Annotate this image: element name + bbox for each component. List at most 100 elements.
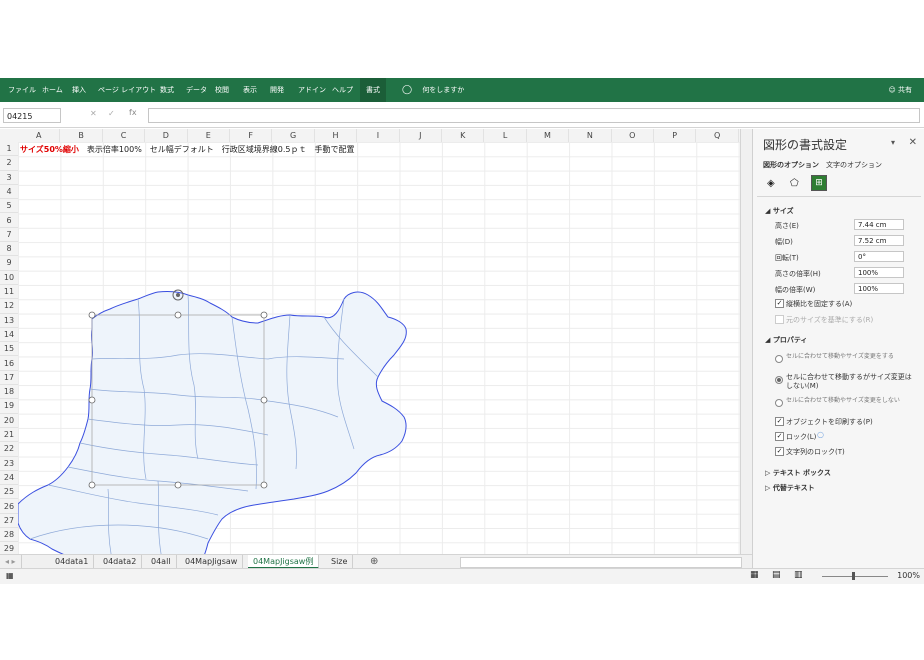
effects-icon[interactable]: ⬠ <box>790 178 799 189</box>
row-header[interactable]: 29 <box>0 542 18 554</box>
row-header[interactable]: 19 <box>0 399 18 414</box>
close-icon[interactable]: ✕ <box>909 137 917 148</box>
name-box[interactable]: 04215 <box>3 108 61 123</box>
function-icon[interactable]: fx <box>129 108 137 117</box>
normal-view-icon[interactable]: ▦ <box>750 570 759 580</box>
row-header[interactable]: 20 <box>0 414 18 428</box>
row-header[interactable]: 28 <box>0 528 18 543</box>
row-header[interactable]: 10 <box>0 271 18 285</box>
column-header[interactable]: L <box>484 129 527 142</box>
tab-insert[interactable]: 挿入 <box>72 78 86 102</box>
column-header[interactable]: P <box>654 129 697 142</box>
column-header[interactable]: B <box>60 129 103 142</box>
row-header[interactable]: 14 <box>0 328 18 343</box>
column-header[interactable]: K <box>442 129 485 142</box>
rotation-input[interactable]: 0° <box>854 251 904 262</box>
row-header[interactable]: 7 <box>0 228 18 243</box>
lock-text-checkbox[interactable]: ✓ <box>775 447 784 456</box>
relative-original-checkbox[interactable] <box>775 315 784 324</box>
tab-page-layout[interactable]: ページ レイアウト <box>98 78 156 102</box>
tab-help[interactable]: ヘルプ <box>332 78 353 102</box>
tab-shape-options[interactable]: 図形のオプション <box>763 160 819 170</box>
scale-height-input[interactable]: 100% <box>854 267 904 278</box>
row-header[interactable]: 15 <box>0 342 18 357</box>
tab-home[interactable]: ホーム <box>42 78 63 102</box>
row1-note[interactable]: サイズ50%縮小 表示倍率100% セル幅デフォルト 行政区域境界線0.5ｐｔ … <box>20 143 355 157</box>
tab-data[interactable]: データ <box>186 78 207 102</box>
lock-checkbox[interactable]: ✓ <box>775 432 784 441</box>
row-header[interactable]: 9 <box>0 256 18 271</box>
zoom-slider-thumb[interactable] <box>852 572 855 580</box>
sheet-tab[interactable]: 04data2 <box>98 555 143 569</box>
alt-text-section-header[interactable]: ▷ 代替テキスト <box>765 483 815 493</box>
row-header[interactable]: 22 <box>0 442 18 457</box>
tab-view[interactable]: 表示 <box>243 78 257 102</box>
page-break-view-icon[interactable]: ▥ <box>794 570 803 580</box>
enter-icon[interactable]: ✓ <box>108 109 115 118</box>
column-header[interactable]: J <box>400 129 442 142</box>
column-header[interactable]: G <box>272 129 315 142</box>
row-header[interactable]: 8 <box>0 242 18 257</box>
tab-formulas[interactable]: 数式 <box>160 78 174 102</box>
zoom-level[interactable]: 100% <box>897 571 920 580</box>
no-move-size-radio[interactable] <box>775 399 783 407</box>
fill-line-icon[interactable]: ◈ <box>767 178 775 189</box>
sheet-tab-active[interactable]: 04MapJigsaw例 <box>248 555 320 569</box>
sheet-tab[interactable]: Size <box>326 555 354 569</box>
height-input[interactable]: 7.44 cm <box>854 219 904 230</box>
column-header[interactable]: I <box>357 129 400 142</box>
row-header[interactable]: 1 <box>0 142 18 157</box>
print-object-checkbox[interactable]: ✓ <box>775 417 784 426</box>
move-no-size-radio[interactable] <box>775 376 783 384</box>
move-size-radio[interactable] <box>775 355 783 363</box>
row-header[interactable]: 23 <box>0 457 18 471</box>
size-section-header[interactable]: ◢ サイズ <box>765 206 794 216</box>
worksheet-grid[interactable]: ABCDEFGHIJKLMNOPQ 1 2 3 4 5 6 7 8 9 10 11 12 13 14 15 1… <box>0 129 740 554</box>
row-header[interactable]: 6 <box>0 214 18 228</box>
tab-addins[interactable]: アドイン <box>298 78 326 102</box>
column-header[interactable]: F <box>230 129 273 142</box>
tab-review[interactable]: 校閲 <box>215 78 229 102</box>
sheet-tab[interactable]: 04data1 <box>50 555 95 569</box>
column-header[interactable]: D <box>145 129 188 142</box>
row-header[interactable]: 12 <box>0 299 18 314</box>
column-header[interactable]: Q <box>696 129 739 142</box>
row-header[interactable]: 2 <box>0 156 18 171</box>
sheet-tab[interactable]: 04all <box>146 555 177 569</box>
width-input[interactable]: 7.52 cm <box>854 235 904 246</box>
column-header[interactable]: E <box>188 129 230 142</box>
tab-file[interactable]: ファイル <box>8 78 36 102</box>
row-header[interactable]: 11 <box>0 285 18 300</box>
row-header[interactable]: 16 <box>0 357 18 371</box>
scale-width-input[interactable]: 100% <box>854 283 904 294</box>
row-header[interactable]: 3 <box>0 171 18 185</box>
column-header[interactable]: M <box>527 129 570 142</box>
row-header[interactable]: 21 <box>0 428 18 443</box>
tab-format[interactable]: 書式 <box>360 78 386 102</box>
properties-section-header[interactable]: ◢ プロパティ <box>765 335 807 345</box>
tab-text-options[interactable]: 文字のオプション <box>826 160 882 170</box>
pane-options-icon[interactable]: ▾ <box>891 138 895 147</box>
row-header[interactable]: 17 <box>0 371 18 386</box>
row-header[interactable]: 13 <box>0 314 18 328</box>
formula-input[interactable] <box>148 108 920 123</box>
miyagi-map-shape[interactable] <box>18 259 418 554</box>
cancel-icon[interactable]: ✕ <box>90 109 97 118</box>
row-header[interactable]: 4 <box>0 185 18 200</box>
row-header[interactable]: 25 <box>0 485 18 500</box>
share-button[interactable]: ☺ 共有 <box>888 78 912 102</box>
row-header[interactable]: 24 <box>0 471 18 486</box>
textbox-section-header[interactable]: ▷ テキスト ボックス <box>765 468 831 478</box>
column-header[interactable]: O <box>612 129 654 142</box>
row-header[interactable]: 5 <box>0 199 18 214</box>
zoom-slider[interactable] <box>822 576 888 577</box>
row-header[interactable]: 27 <box>0 514 18 529</box>
prev-sheet-icon[interactable]: ◂ ▸ <box>0 555 22 569</box>
row-header[interactable]: 18 <box>0 385 18 400</box>
column-header[interactable]: H <box>315 129 358 142</box>
lock-ratio-checkbox[interactable]: ✓ <box>775 299 784 308</box>
add-sheet-icon[interactable]: ⊕ <box>370 555 378 569</box>
column-header[interactable]: A <box>18 129 61 142</box>
size-properties-icon[interactable]: ⊞ <box>811 175 827 191</box>
column-header[interactable]: N <box>569 129 612 142</box>
